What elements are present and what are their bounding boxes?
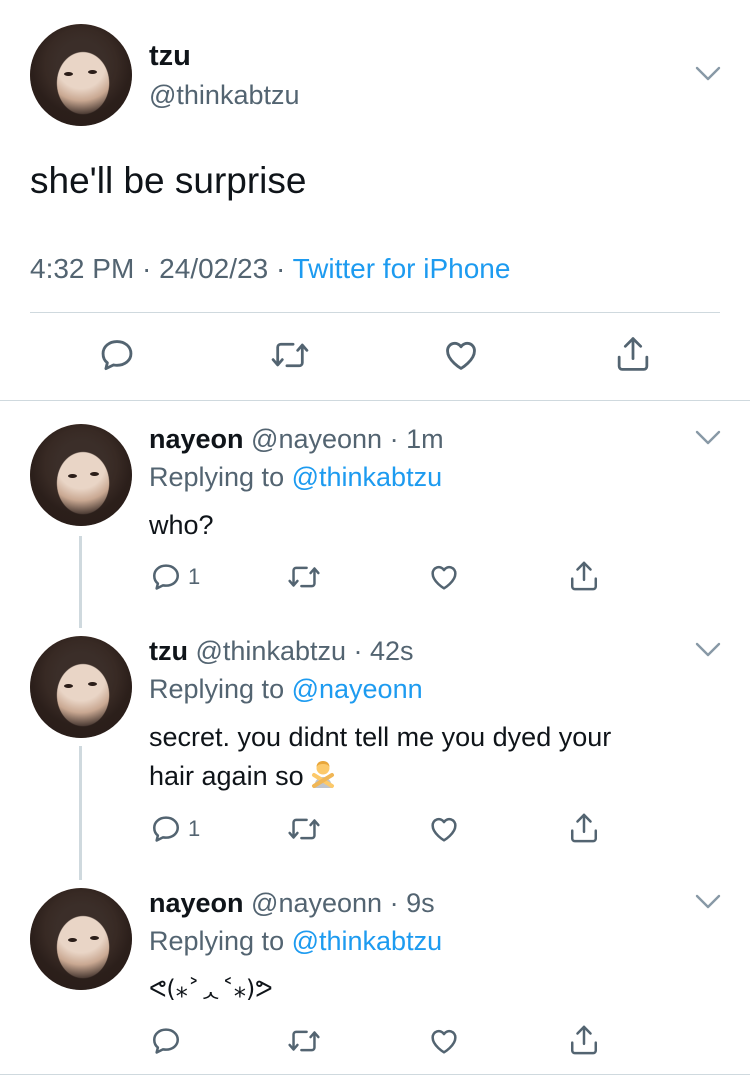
reply-text: secret. you didnt tell me you dyed your … [149, 722, 612, 791]
reply-button[interactable]: 1 [150, 561, 200, 593]
reply-count: 1 [188, 816, 201, 841]
author-handle[interactable]: @thinkabtzu [149, 80, 300, 111]
avatar[interactable] [30, 888, 132, 990]
share-button[interactable] [568, 1023, 600, 1057]
like-icon [446, 341, 476, 370]
like-icon [431, 1029, 457, 1054]
retweet-button[interactable] [287, 1025, 321, 1057]
reply-count: 1 [188, 564, 201, 589]
like-icon [431, 817, 457, 842]
share-icon [570, 561, 598, 591]
reply-icon [153, 816, 180, 842]
chevron-down-icon[interactable] [695, 894, 721, 910]
share-icon [570, 813, 598, 843]
share-icon [617, 337, 649, 371]
chevron-down-icon[interactable] [695, 66, 721, 82]
retweet-icon [288, 566, 320, 588]
reply-icon [153, 564, 180, 590]
replying-to: Replying to @nayeonn [149, 674, 423, 704]
retweet-icon [288, 1030, 320, 1052]
retweet-button[interactable] [287, 813, 321, 845]
author-name[interactable]: tzu [149, 40, 191, 73]
reply-button[interactable] [98, 336, 136, 374]
reply-text: who? [149, 510, 214, 540]
reply-button[interactable]: 1 [150, 813, 200, 845]
person-gesturing-no-emoji [311, 761, 334, 788]
like-button[interactable] [428, 1025, 460, 1057]
retweet-icon [271, 342, 309, 368]
avatar[interactable] [30, 424, 132, 526]
avatar[interactable] [30, 636, 132, 738]
tweet-source[interactable]: Twitter for iPhone [293, 253, 511, 284]
share-icon [570, 1025, 598, 1055]
reply-icon [101, 340, 133, 371]
reply-icon [153, 1028, 180, 1054]
chevron-down-icon[interactable] [695, 430, 721, 446]
reply-author[interactable]: nayeon @nayeonn · 1m [149, 424, 444, 455]
thread-line [79, 746, 82, 880]
chevron-down-icon[interactable] [695, 642, 721, 658]
retweet-button[interactable] [270, 336, 310, 374]
tweet-meta: 4:32 PM · 24/02/23 · Twitter for iPhone [30, 253, 511, 284]
like-button[interactable] [428, 813, 460, 845]
like-button[interactable] [442, 336, 480, 374]
tweet-text: she'll be surprise [30, 160, 307, 201]
replying-to: Replying to @thinkabtzu [149, 926, 443, 956]
reply-author[interactable]: tzu @thinkabtzu · 42s [149, 636, 414, 667]
reply-button[interactable] [150, 1025, 182, 1057]
avatar[interactable] [30, 24, 132, 126]
thread-line [79, 536, 82, 628]
retweet-button[interactable] [287, 561, 321, 593]
share-button[interactable] [614, 334, 652, 374]
tweet-time: 4:32 PM [30, 253, 135, 284]
like-icon [431, 565, 457, 590]
share-button[interactable] [568, 811, 600, 845]
tweet-date: 24/02/23 [159, 253, 269, 284]
reply-text: ᕙ(⁎˃ᆺ˂⁎)ᕗ [149, 975, 273, 1003]
reply-author[interactable]: nayeon @nayeonn · 9s [149, 888, 435, 919]
divider [0, 400, 750, 401]
retweet-icon [288, 818, 320, 840]
share-button[interactable] [568, 559, 600, 593]
replying-to: Replying to @thinkabtzu [149, 462, 443, 492]
like-button[interactable] [428, 561, 460, 593]
divider [30, 312, 720, 313]
divider [0, 1074, 750, 1075]
